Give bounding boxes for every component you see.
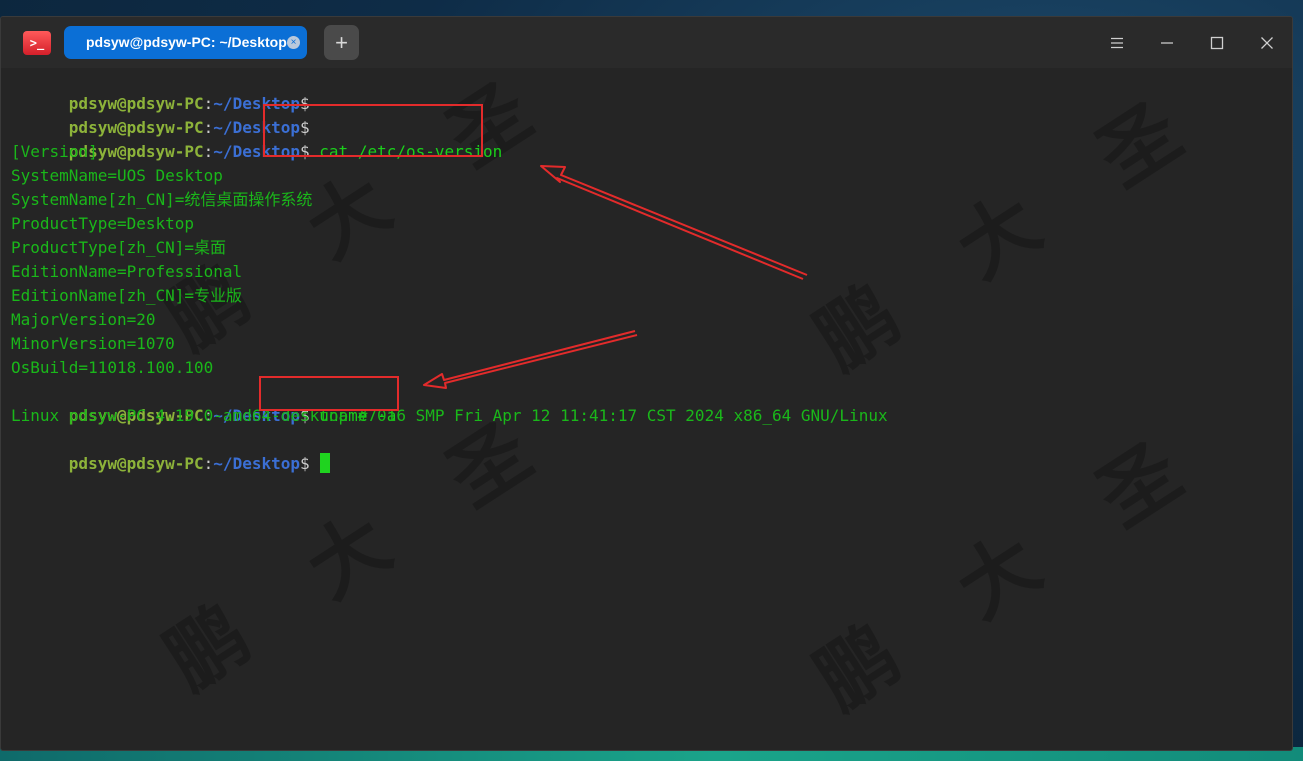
arrow-to-os-version [540,165,808,280]
terminal-window: >_ pdsyw@pdsyw-PC: ~/Desktop × + 鹏大圣 鹏大圣… [1,17,1292,750]
annotation-arrows [423,165,808,389]
arrow-to-uname [423,330,638,389]
